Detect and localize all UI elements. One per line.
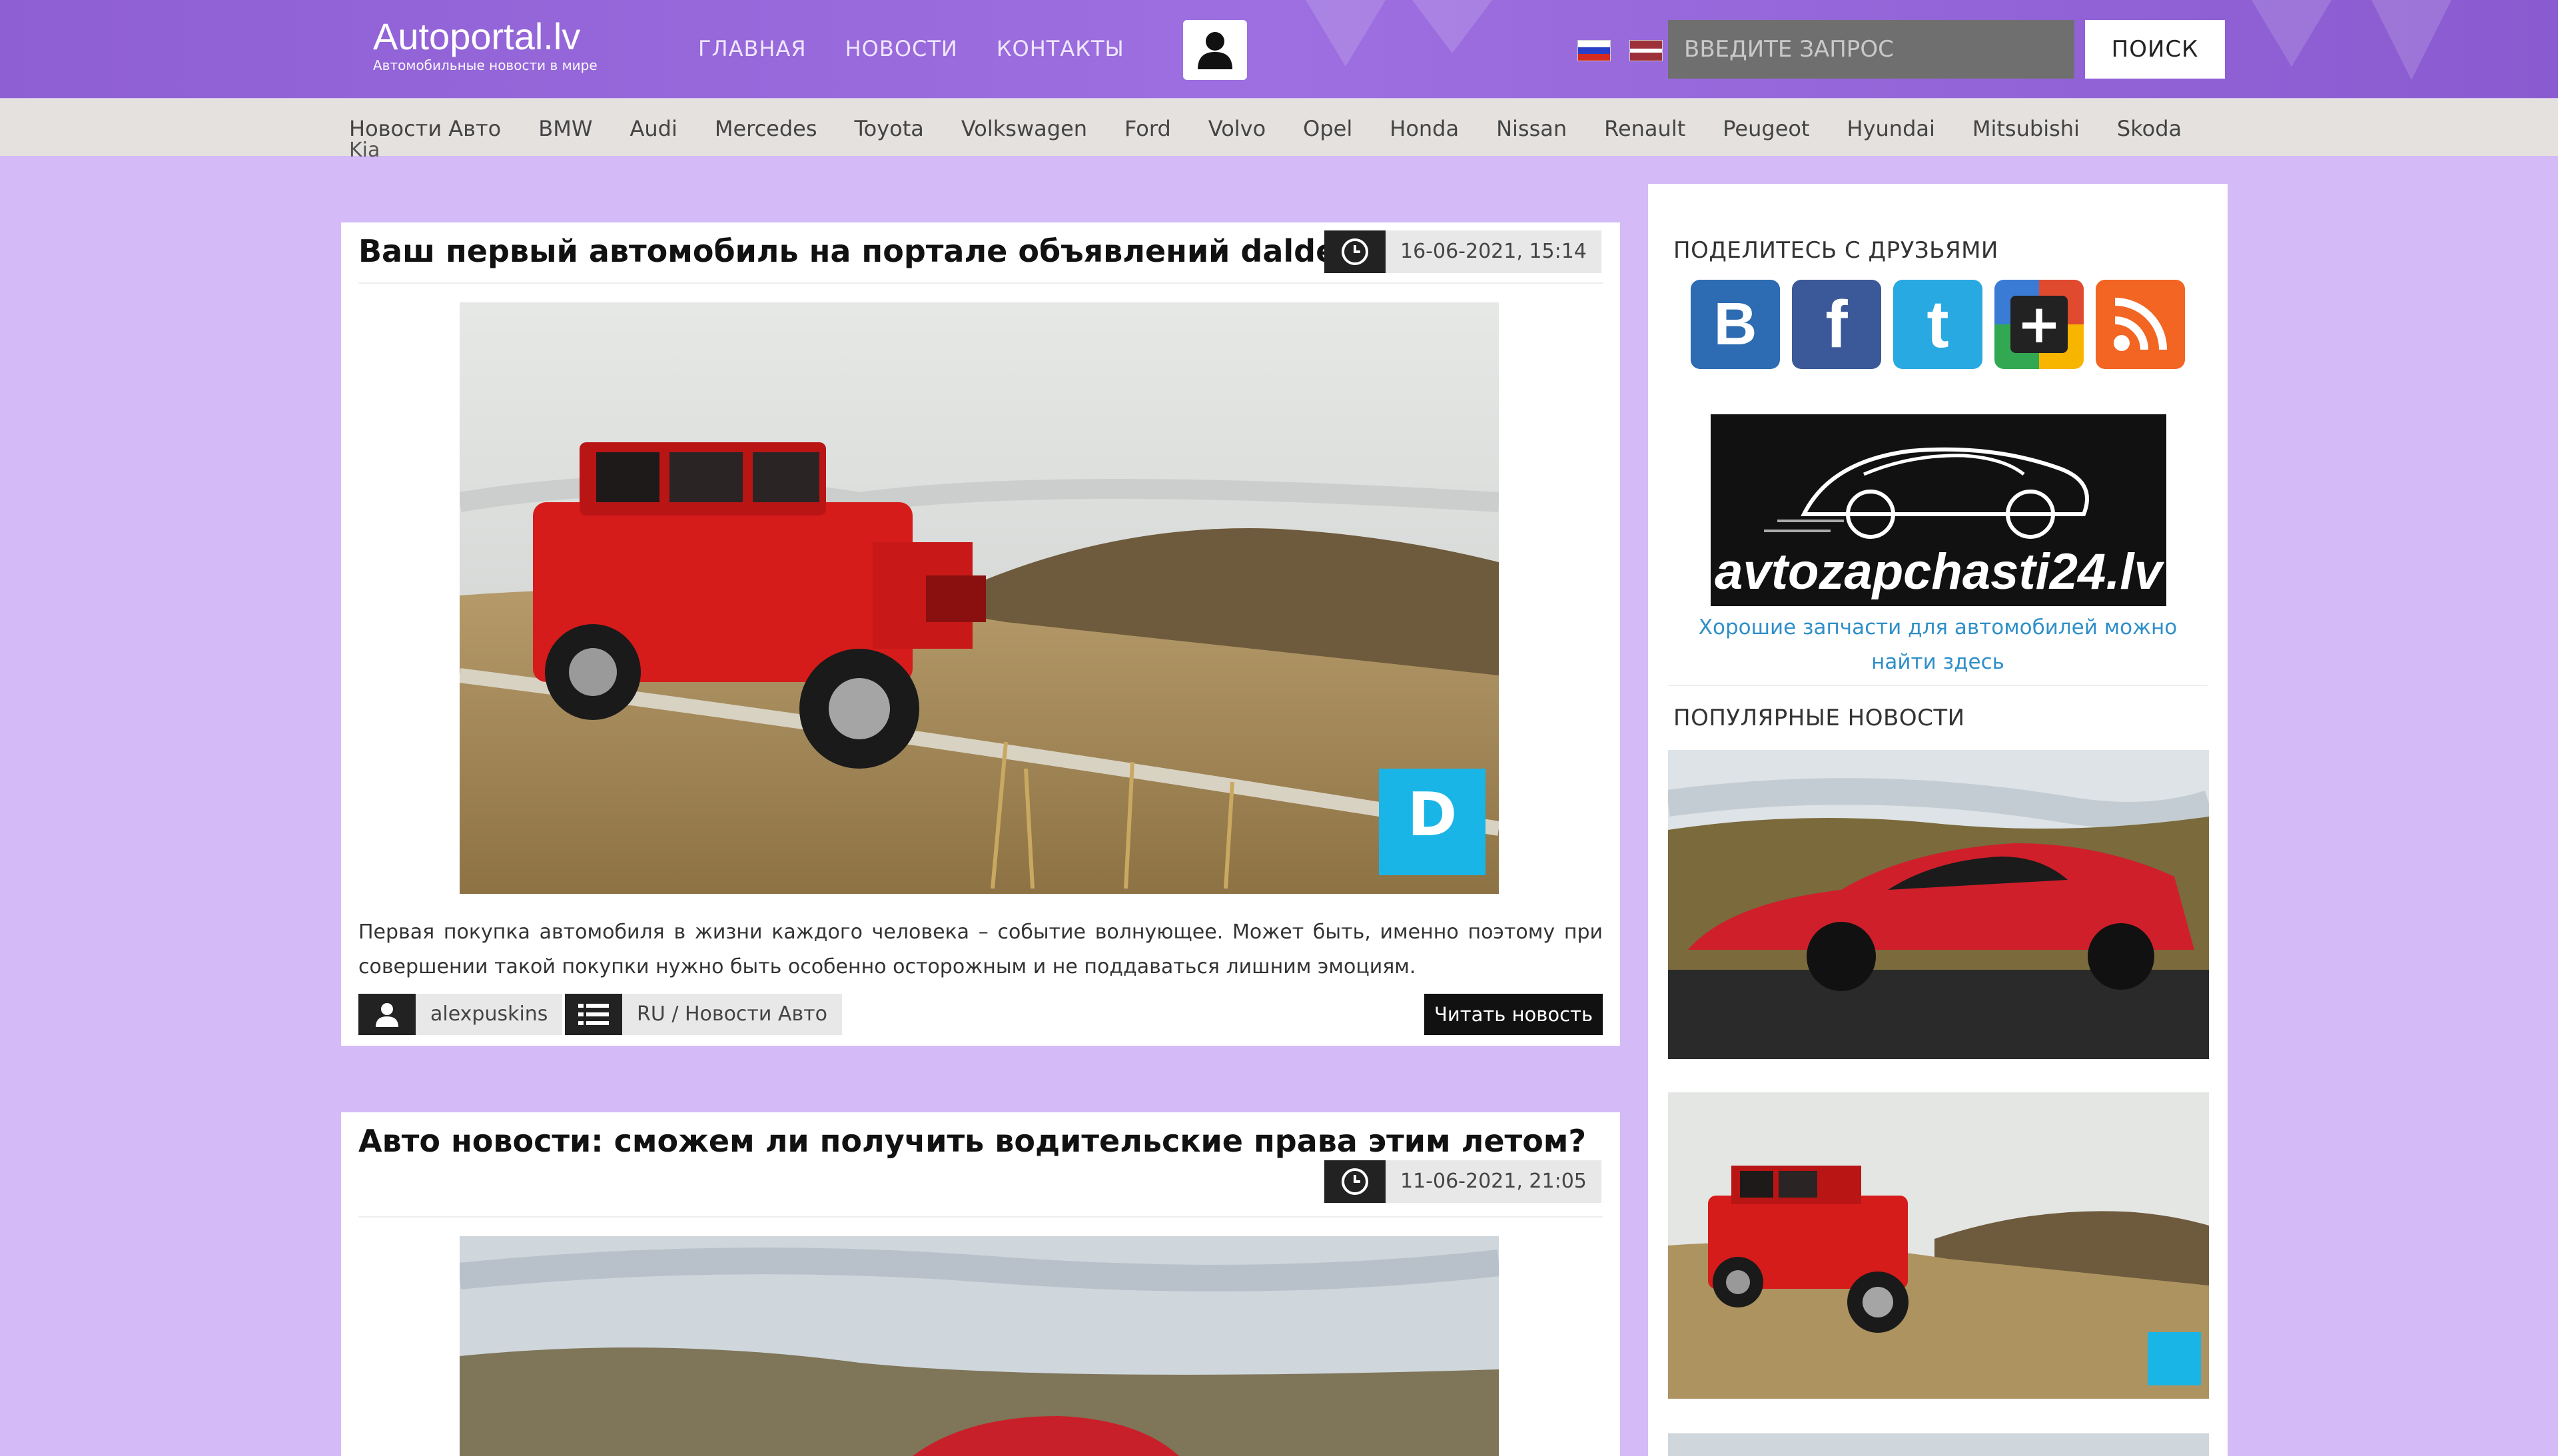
nav-home[interactable]: ГЛАВНАЯ bbox=[698, 36, 807, 61]
popular-news-item[interactable] bbox=[1668, 750, 2209, 1059]
facebook-icon[interactable]: f bbox=[1792, 280, 1881, 369]
clock-icon bbox=[1324, 1160, 1386, 1203]
social-links: B f t + bbox=[1691, 280, 2185, 369]
header-decoration bbox=[1306, 0, 1386, 67]
ad-banner[interactable]: avtozapchasti24.lv bbox=[1711, 414, 2166, 606]
article-date: 16-06-2021, 15:14 bbox=[1324, 230, 1601, 273]
article-title[interactable]: Ваш первый автомобиль на портале объявле… bbox=[358, 233, 1390, 269]
article-title[interactable]: Авто новости: сможем ли получить водител… bbox=[358, 1123, 1586, 1159]
list-icon bbox=[565, 994, 622, 1035]
header-decoration bbox=[2252, 0, 2332, 67]
car-outline-image bbox=[1764, 447, 2089, 539]
search-button[interactable]: ПОИСК bbox=[2085, 20, 2225, 79]
login-button[interactable] bbox=[1183, 20, 1247, 80]
flag-lv-icon[interactable] bbox=[1629, 40, 1663, 61]
brand-link[interactable]: Toyota bbox=[855, 116, 924, 141]
divider bbox=[1668, 685, 2208, 686]
logo-title: Autoportal.lv bbox=[373, 15, 581, 57]
site-header: Autoportal.lv Автомобильные новости в ми… bbox=[0, 0, 2558, 98]
popular-news-item[interactable] bbox=[1668, 1092, 2209, 1399]
category-name: RU / Новости Авто bbox=[622, 994, 842, 1035]
brand-link[interactable]: Nissan bbox=[1496, 116, 1567, 141]
twitter-icon[interactable]: t bbox=[1893, 280, 1982, 369]
logo-subtitle: Автомобильные новости в мире bbox=[373, 57, 598, 73]
brand-link[interactable]: Renault bbox=[1604, 116, 1685, 141]
clock-icon bbox=[1324, 230, 1386, 273]
brand-link[interactable]: Honda bbox=[1390, 116, 1459, 141]
brand-link[interactable]: Audi bbox=[630, 116, 677, 141]
article-photo[interactable]: D bbox=[460, 302, 1499, 894]
brand-link[interactable]: Skoda bbox=[2117, 116, 2182, 141]
rss-icon[interactable] bbox=[2096, 280, 2185, 369]
search-input[interactable] bbox=[1668, 20, 2074, 79]
brand-link[interactable]: Peugeot bbox=[1723, 116, 1809, 141]
brand-nav: Новости Авто BMW Audi Mercedes Toyota Vo… bbox=[0, 99, 2558, 162]
article-category[interactable]: RU / Новости Авто bbox=[565, 994, 842, 1035]
nav-contacts[interactable]: КОНТАКТЫ bbox=[997, 36, 1124, 61]
brand-link-overflow[interactable]: Kia bbox=[349, 139, 380, 162]
brand-link[interactable]: Volkswagen bbox=[961, 116, 1087, 141]
svg-text:D: D bbox=[1408, 780, 1458, 850]
user-icon bbox=[1198, 32, 1232, 69]
red-sportscar-image bbox=[1668, 750, 2209, 1059]
brand-link[interactable]: Volvo bbox=[1208, 116, 1266, 141]
red-jeep-image bbox=[1668, 1092, 2209, 1399]
brand-link[interactable]: Hyundai bbox=[1847, 116, 1935, 141]
header-decoration bbox=[2371, 0, 2451, 80]
article-card-2: Авто новости: сможем ли получить водител… bbox=[341, 1112, 1620, 1456]
divider bbox=[358, 282, 1603, 284]
brand-link[interactable]: Opel bbox=[1303, 116, 1352, 141]
brand-link[interactable]: Ford bbox=[1124, 116, 1171, 141]
brand-link[interactable]: Mitsubishi bbox=[1972, 116, 2080, 141]
sidebar: ПОДЕЛИТЕСЬ С ДРУЗЬЯМИ B f t + avtozapcha… bbox=[1648, 184, 2228, 1456]
ad-text: avtozapchasti24.lv bbox=[1715, 544, 2162, 600]
article-author[interactable]: alexpuskins bbox=[358, 994, 563, 1035]
user-icon bbox=[358, 994, 416, 1035]
flag-ru-icon[interactable] bbox=[1577, 40, 1611, 61]
popular-heading: ПОПУЛЯРНЫЕ НОВОСТИ bbox=[1673, 705, 1965, 731]
red-car-image bbox=[460, 1236, 1499, 1456]
ad-caption[interactable]: Хорошие запчасти для автомобилей можно н… bbox=[1688, 610, 2188, 679]
google-plus-icon[interactable]: + bbox=[1994, 280, 2084, 369]
read-more-button[interactable]: Читать новость bbox=[1424, 994, 1603, 1035]
brand-link[interactable]: Новости Авто bbox=[349, 116, 501, 141]
author-name: alexpuskins bbox=[416, 994, 563, 1035]
top-nav: ГЛАВНАЯ НОВОСТИ КОНТАКТЫ bbox=[698, 36, 1124, 61]
article-excerpt: Первая покупка автомобиля в жизни каждог… bbox=[358, 920, 1603, 978]
article-date-text: 11-06-2021, 21:05 bbox=[1386, 1160, 1601, 1203]
site-logo[interactable]: Autoportal.lv Автомобильные новости в ми… bbox=[373, 15, 598, 74]
share-heading: ПОДЕЛИТЕСЬ С ДРУЗЬЯМИ bbox=[1673, 237, 1998, 264]
red-jeep-image: D bbox=[460, 302, 1499, 894]
vk-icon[interactable]: B bbox=[1691, 280, 1780, 369]
brand-link[interactable]: Mercedes bbox=[715, 116, 817, 141]
divider bbox=[358, 1216, 1603, 1218]
article-date: 11-06-2021, 21:05 bbox=[1324, 1160, 1601, 1203]
popular-news-item[interactable] bbox=[1668, 1433, 2209, 1456]
header-decoration bbox=[1412, 0, 1492, 53]
nav-news[interactable]: НОВОСТИ bbox=[845, 36, 958, 61]
brand-link[interactable]: BMW bbox=[538, 116, 592, 141]
article-date-text: 16-06-2021, 15:14 bbox=[1386, 230, 1601, 273]
article-photo[interactable] bbox=[460, 1236, 1499, 1456]
article-card-1: Ваш первый автомобиль на портале объявле… bbox=[341, 222, 1620, 1046]
